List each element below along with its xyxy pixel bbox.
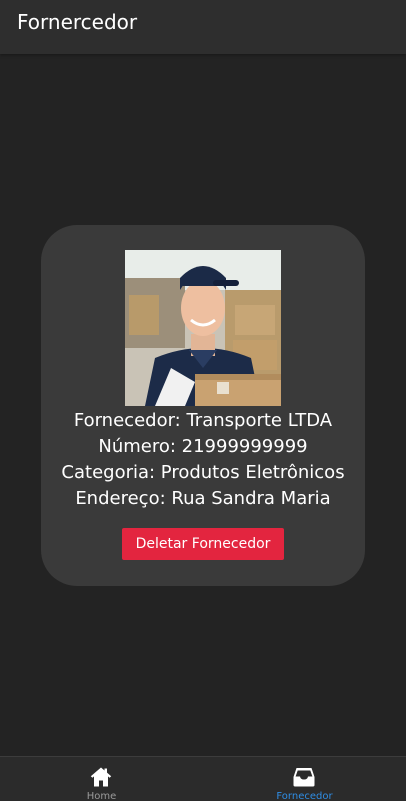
tab-home[interactable]: Home <box>0 757 203 801</box>
supplier-address: Endereço: Rua Sandra Maria <box>75 488 331 509</box>
supplier-category: Categoria: Produtos Eletrônicos <box>61 462 345 483</box>
app-header: Fornercedor <box>0 0 406 54</box>
bottom-tab-bar: Home Fornecedor <box>0 756 406 801</box>
supplier-number: Número: 21999999999 <box>98 436 308 457</box>
inbox-icon <box>293 768 315 787</box>
delete-supplier-button[interactable]: Deletar Fornecedor <box>122 528 284 560</box>
supplier-name: Fornecedor: Transporte LTDA <box>73 410 333 431</box>
supplier-info: Fornecedor: Transporte LTDA Número: 2199… <box>41 408 365 512</box>
supplier-card: Fornecedor: Transporte LTDA Número: 2199… <box>41 225 365 586</box>
supplier-photo <box>125 250 281 406</box>
delivery-man-illustration <box>125 250 281 406</box>
tab-fornecedor[interactable]: Fornecedor <box>203 757 406 801</box>
home-icon <box>90 767 112 787</box>
page-title: Fornercedor <box>17 10 138 34</box>
